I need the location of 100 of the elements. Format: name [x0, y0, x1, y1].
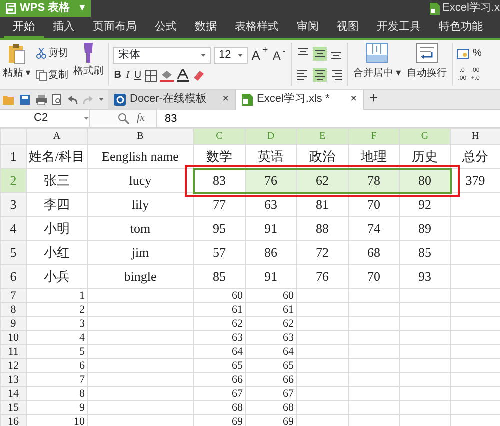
table-cell: 64 — [246, 344, 296, 358]
row-header[interactable]: 14 — [0, 386, 26, 400]
table-cell: 88 — [296, 216, 348, 240]
table-cell: 76 — [246, 168, 296, 192]
close-tab-button[interactable]: × — [350, 91, 357, 108]
column-header[interactable]: A — [26, 128, 88, 144]
borders-icon[interactable] — [145, 70, 158, 82]
bold-button[interactable]: B — [113, 68, 123, 84]
printer-icon[interactable] — [36, 94, 47, 104]
save-icon[interactable] — [20, 94, 30, 104]
align-right-icon[interactable] — [329, 68, 344, 82]
zoom-icon[interactable] — [118, 113, 129, 124]
table-cell: 63 — [194, 330, 246, 344]
row-header[interactable]: 15 — [0, 400, 26, 414]
row-header[interactable]: 8 — [0, 302, 26, 316]
font-dropdown[interactable]: 宋体 — [113, 47, 212, 64]
document-tab[interactable]: Docer-在线模板 × — [108, 90, 236, 110]
align-middle-icon[interactable] — [312, 46, 327, 61]
row-header[interactable]: 6 — [0, 264, 26, 288]
row-header[interactable]: 4 — [0, 216, 26, 240]
wrap-text-button[interactable]: 自动换行 — [406, 43, 448, 86]
align-center-icon[interactable] — [312, 68, 327, 82]
spreadsheet-file-icon — [242, 94, 253, 106]
undo-icon[interactable] — [68, 96, 78, 104]
table-cell: 63 — [246, 192, 296, 216]
row-header[interactable]: 3 — [0, 192, 26, 216]
table-cell: 72 — [296, 240, 348, 264]
table-cell: 4 — [26, 330, 88, 344]
table-cell: 68 — [246, 400, 296, 414]
document-tab[interactable]: Excel学习.xls * × — [236, 90, 364, 110]
brush-icon — [84, 43, 93, 63]
font-color-icon[interactable] — [176, 69, 189, 82]
font-size-dropdown[interactable]: 12 — [214, 47, 248, 64]
spreadsheet-file-icon — [430, 2, 440, 14]
row-header[interactable]: 1 — [0, 144, 26, 168]
menu-tab[interactable]: 页面布局 — [84, 17, 146, 38]
table-cell: 74 — [348, 216, 400, 240]
italic-button[interactable]: I — [125, 68, 131, 84]
dropdown-caret-icon — [201, 54, 206, 57]
menu-tab[interactable]: 审阅 — [288, 17, 328, 38]
copy-icon — [36, 70, 47, 81]
menu-tab[interactable]: 公式 — [146, 17, 186, 38]
increase-font-button[interactable]: A$^{+}$ — [250, 46, 270, 66]
table-cell: 91 — [246, 264, 296, 288]
table-cell: 5 — [26, 344, 88, 358]
table-cell: 78 — [348, 168, 400, 192]
row-header[interactable]: 12 — [0, 358, 26, 372]
table-cell: 61 — [194, 302, 246, 316]
row-header[interactable]: 16 — [0, 414, 26, 426]
table-cell: 李四 — [26, 192, 88, 216]
menu-tab[interactable]: 插入 — [44, 17, 84, 38]
table-cell: 62 — [194, 316, 246, 330]
docer-logo-icon — [114, 94, 126, 106]
name-box[interactable]: C2 — [0, 110, 90, 127]
column-header[interactable]: B — [88, 128, 194, 144]
row-header[interactable]: 7 — [0, 288, 26, 302]
underline-button[interactable]: U — [133, 68, 143, 84]
menu-tab[interactable]: 数据 — [186, 17, 226, 38]
table-cell: 81 — [296, 192, 348, 216]
copy-button[interactable]: 复制 — [34, 68, 70, 83]
column-header[interactable]: H — [450, 128, 500, 144]
logo-icon — [6, 3, 16, 14]
menu-tab[interactable]: 视图 — [328, 17, 368, 38]
table-cell: 85 — [194, 264, 246, 288]
menu-tab[interactable]: 特色功能 — [430, 17, 492, 38]
cut-button[interactable]: 剪切 — [34, 46, 70, 62]
table-cell: 9 — [26, 400, 88, 414]
print-preview-icon[interactable] — [52, 94, 62, 105]
table-cell: 70 — [348, 264, 400, 288]
menu-tab[interactable]: 开发工具 — [368, 17, 430, 38]
table-cell: jim — [88, 240, 194, 264]
menu-tab[interactable]: 开始 — [4, 17, 44, 38]
table-cell: 3 — [26, 316, 88, 330]
menu-tab[interactable]: 表格样式 — [226, 17, 288, 38]
table-cell: 7 — [26, 372, 88, 386]
row-header[interactable]: 13 — [0, 372, 26, 386]
merge-center-button[interactable]: 合并居中 ▾ — [352, 43, 402, 86]
format-painter-button[interactable]: 格式刷 — [72, 43, 104, 86]
table-cell: 65 — [194, 358, 246, 372]
row-header[interactable]: 9 — [0, 316, 26, 330]
new-tab-button[interactable]: + — [364, 88, 384, 111]
align-left-icon[interactable] — [296, 68, 310, 82]
decrease-font-button[interactable]: A$^{-}$ — [272, 46, 287, 64]
paste-button[interactable]: 粘贴 ▾ — [2, 43, 32, 86]
function-button[interactable]: fx — [137, 110, 145, 127]
fill-color-icon[interactable] — [160, 70, 174, 82]
clipboard-icon — [8, 43, 26, 65]
close-tab-button[interactable]: × — [222, 91, 229, 108]
dropdown-caret-icon[interactable] — [98, 98, 104, 101]
table-cell: 张三 — [26, 168, 88, 192]
row-header[interactable]: 5 — [0, 240, 26, 264]
row-header[interactable]: 11 — [0, 344, 26, 358]
table-cell: tom — [88, 216, 194, 240]
table-cell: 1 — [26, 288, 88, 302]
row-header[interactable]: 10 — [0, 330, 26, 344]
table-cell: bingle — [88, 264, 194, 288]
scissors-icon — [36, 48, 47, 60]
formula-input[interactable]: 83 — [156, 110, 500, 127]
table-cell: lily — [88, 192, 194, 216]
percent-button[interactable]: % — [472, 46, 483, 61]
